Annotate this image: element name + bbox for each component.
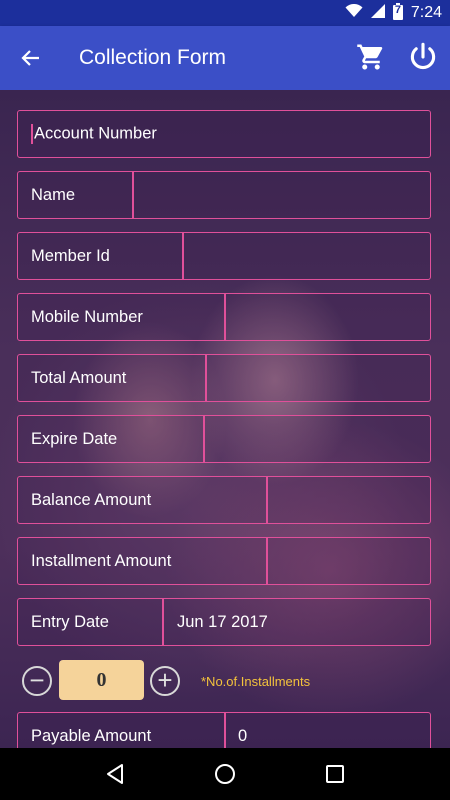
entry-date-field: Entry Date Jun 17 2017 [17, 598, 431, 646]
field-divider [266, 537, 268, 585]
cart-button[interactable] [356, 42, 392, 74]
total-amount-field: Total Amount [17, 354, 431, 402]
name-field: Name [17, 171, 431, 219]
field-divider [266, 476, 268, 524]
field-divider [182, 232, 184, 280]
wifi-icon [345, 3, 363, 22]
minus-icon: − [29, 664, 45, 695]
account-number-field[interactable]: Account Number [17, 110, 431, 158]
collection-form: Account Number Name Member Id Mobile Num… [0, 90, 450, 748]
nav-home-button[interactable] [205, 754, 245, 794]
text-cursor [31, 124, 33, 144]
account-number-placeholder: Account Number [34, 124, 157, 143]
payable-amount-field: Payable Amount 0 [17, 712, 431, 748]
installment-amount-field: Installment Amount [17, 537, 431, 585]
balance-amount-label: Balance Amount [31, 490, 152, 509]
entry-date-label: Entry Date [31, 612, 109, 631]
page-title: Collection Form [79, 46, 227, 69]
app-bar: Collection Form [0, 26, 450, 90]
nav-home-icon [215, 764, 235, 784]
plus-icon: + [157, 665, 173, 695]
total-amount-label: Total Amount [31, 368, 127, 387]
mobile-number-field: Mobile Number [17, 293, 431, 341]
battery-icon: 7 [392, 2, 403, 24]
increment-button[interactable]: + [150, 666, 180, 696]
back-button[interactable] [0, 26, 60, 90]
decrement-button[interactable]: − [22, 666, 52, 696]
battery-level: 7 [394, 3, 401, 16]
field-divider [205, 354, 207, 402]
installments-note: *No.of.Installments [201, 674, 311, 689]
payable-amount-input[interactable]: 0 [238, 727, 247, 746]
back-arrow-icon [21, 50, 39, 66]
name-label: Name [31, 185, 76, 204]
status-bar: 7 7:24 [0, 0, 450, 26]
field-divider [224, 712, 226, 748]
balance-amount-field: Balance Amount [17, 476, 431, 524]
field-divider [162, 598, 164, 646]
installments-stepper: − 0 + *No.of.Installments [20, 660, 430, 704]
member-id-label: Member Id [31, 246, 110, 265]
installments-count[interactable]: 0 [59, 660, 144, 700]
field-divider [132, 171, 134, 219]
cart-icon [357, 44, 383, 70]
expire-date-label: Expire Date [31, 429, 118, 448]
installment-amount-label: Installment Amount [31, 551, 172, 570]
nav-back-icon [107, 764, 123, 784]
field-divider [224, 293, 226, 341]
power-icon [410, 42, 436, 70]
expire-date-field: Expire Date [17, 415, 431, 463]
field-divider [203, 415, 205, 463]
entry-date-input[interactable]: Jun 17 2017 [177, 613, 268, 632]
logout-button[interactable] [406, 40, 442, 76]
status-time: 7:24 [410, 4, 442, 21]
system-nav-bar [0, 748, 450, 800]
signal-icon [370, 4, 385, 22]
mobile-number-label: Mobile Number [31, 307, 143, 326]
nav-recents-icon [326, 765, 344, 783]
payable-amount-label: Payable Amount [31, 726, 152, 745]
nav-recents-button[interactable] [315, 754, 355, 794]
nav-back-button[interactable] [95, 754, 135, 794]
account-number-input: Account Number [18, 124, 157, 144]
member-id-field: Member Id [17, 232, 431, 280]
